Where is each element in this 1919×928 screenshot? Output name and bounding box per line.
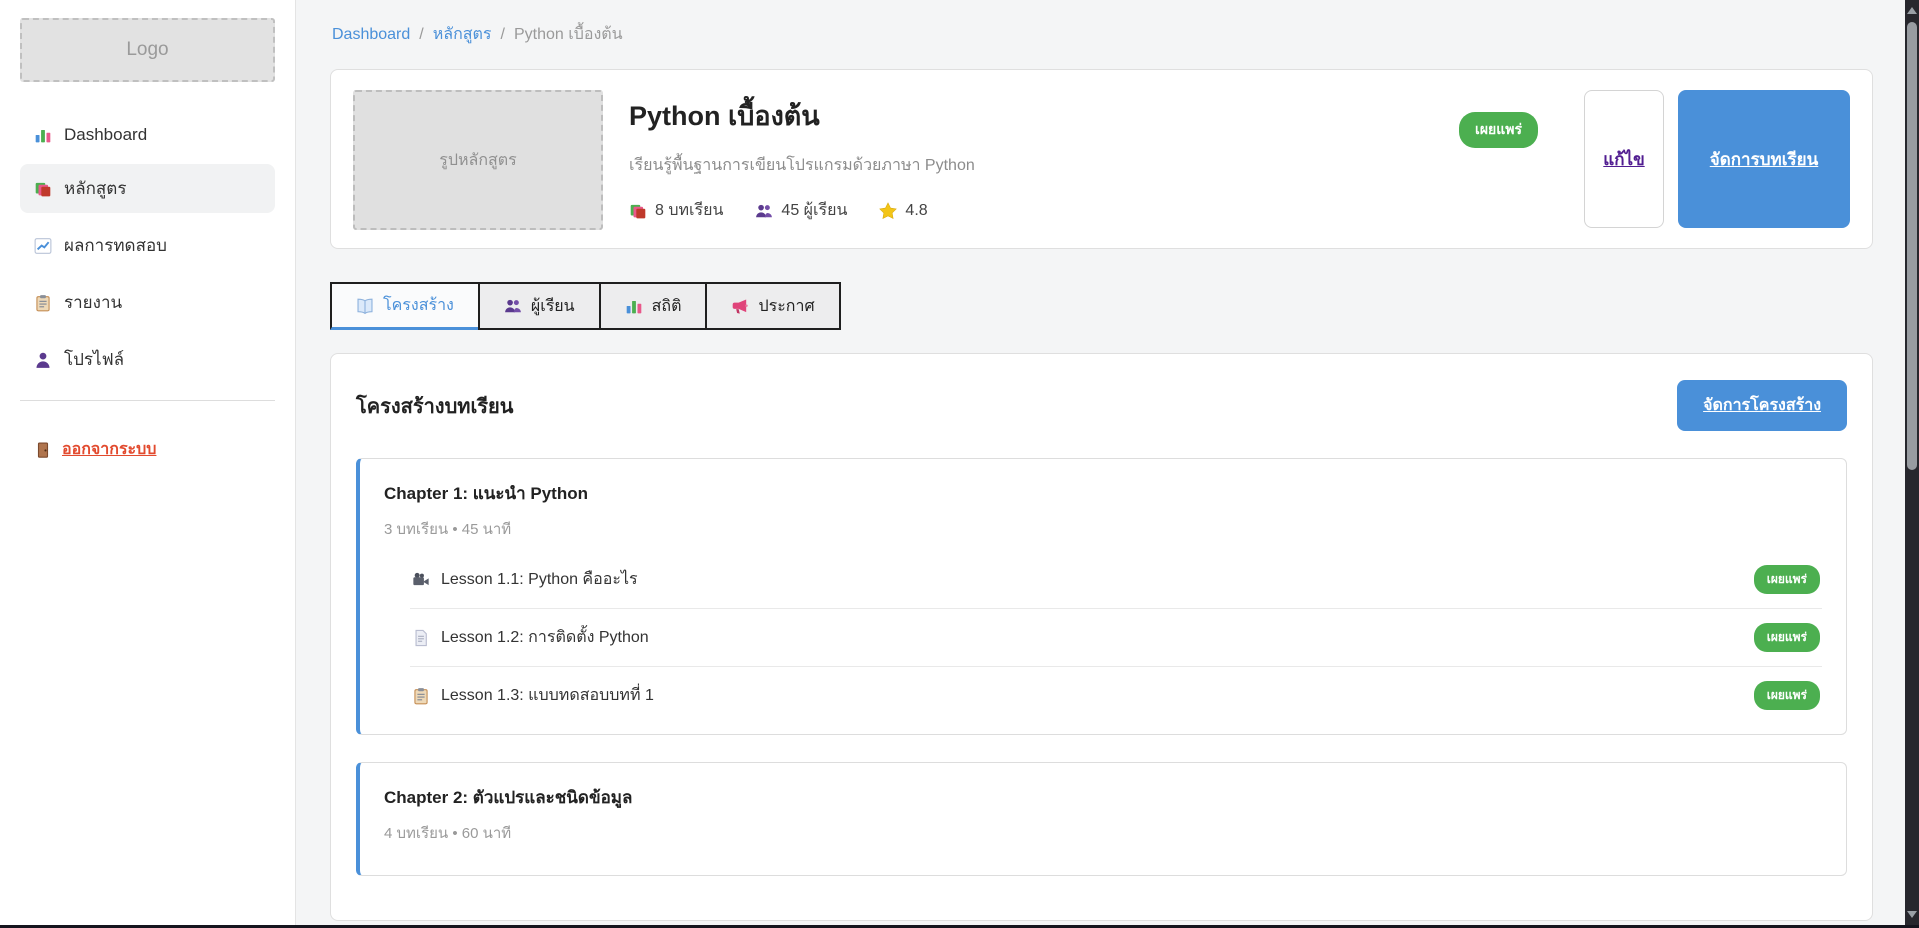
scrollbar-down-arrow[interactable] (1905, 906, 1919, 922)
app-window: Logo Dashboard หลักสูตร ผลการทดสอบ (0, 0, 1905, 928)
books-icon (629, 202, 647, 220)
tab-label: ผู้เรียน (531, 294, 575, 319)
course-status-badge: เผยแพร่ (1459, 112, 1538, 148)
course-thumbnail-placeholder: รูปหลักสูตร (353, 90, 603, 230)
tab-structure[interactable]: โครงสร้าง (330, 282, 480, 330)
course-header-card: รูปหลักสูตร Python เบื้องต้น เรียนรู้พื้… (330, 69, 1873, 249)
tab-label: โครงสร้าง (383, 293, 454, 318)
logo-placeholder: Logo (20, 18, 275, 82)
rating-stat: 4.8 (879, 202, 927, 220)
vertical-scrollbar[interactable] (1905, 0, 1919, 928)
sidebar-item-label: รายงาน (64, 289, 122, 316)
people-icon (755, 202, 773, 220)
chart-up-icon (34, 237, 52, 255)
tab-label: สถิติ (652, 294, 682, 319)
lesson-status-badge: เผยแพร่ (1754, 681, 1820, 710)
people-icon (504, 297, 522, 315)
lesson-row: Lesson 1.1: Python คืออะไร เผยแพร่ (410, 551, 1822, 609)
sidebar: Logo Dashboard หลักสูตร ผลการทดสอบ (0, 0, 296, 928)
breadcrumb-link-dashboard[interactable]: Dashboard (332, 26, 410, 43)
clipboard-icon (34, 294, 52, 312)
sidebar-item-label: หลักสูตร (64, 175, 126, 202)
megaphone-icon (731, 297, 749, 315)
star-icon (879, 202, 897, 220)
breadcrumb-link-courses[interactable]: หลักสูตร (433, 26, 492, 43)
scrollbar-thumb[interactable] (1907, 22, 1917, 470)
sidebar-item-profile[interactable]: โปรไฟล์ (20, 335, 275, 384)
lesson-count-stat: 8 บทเรียน (629, 198, 723, 223)
lesson-title: Lesson 1.2: การติดตั้ง Python (441, 625, 1743, 650)
structure-panel: โครงสร้างบทเรียน จัดการโครงสร้าง Chapter… (330, 353, 1873, 921)
scrollbar-up-arrow[interactable] (1905, 2, 1919, 18)
main-content: Dashboard / หลักสูตร / Python เบื้องต้น รูปห… (296, 0, 1905, 928)
lesson-row: Lesson 1.3: แบบทดสอบบทที่ 1 เผยแพร่ (410, 667, 1822, 714)
edit-course-button[interactable]: แก้ไข (1584, 90, 1664, 228)
sidebar-item-dashboard[interactable]: Dashboard (20, 114, 275, 156)
structure-panel-header: โครงสร้างบทเรียน จัดการโครงสร้าง (356, 380, 1847, 431)
manage-lessons-button[interactable]: จัดการบทเรียน (1678, 90, 1850, 228)
tab-announcements[interactable]: ประกาศ (705, 282, 840, 330)
chapter-meta: 3 บทเรียน • 45 นาที (384, 517, 1822, 541)
lesson-title: Lesson 1.3: แบบทดสอบบทที่ 1 (441, 683, 1743, 708)
course-info: Python เบื้องต้น เรียนรู้พื้นฐานการเขียน… (629, 90, 1433, 228)
logo-label: Logo (126, 39, 168, 61)
clipboard-icon (412, 687, 430, 705)
sidebar-item-reports[interactable]: รายงาน (20, 278, 275, 327)
course-tabs: โครงสร้าง ผู้เรียน สถิติ ประกาศ (330, 282, 1873, 330)
student-count-stat: 45 ผู้เรียน (755, 198, 847, 223)
thumbnail-label: รูปหลักสูตร (439, 148, 517, 173)
stat-text: 8 บทเรียน (655, 198, 723, 223)
books-icon (34, 180, 52, 198)
sidebar-item-courses[interactable]: หลักสูตร (20, 164, 275, 213)
sidebar-nav: Dashboard หลักสูตร ผลการทดสอบ รายงาน (20, 114, 275, 384)
lesson-row: Lesson 1.2: การติดตั้ง Python เผยแพร่ (410, 609, 1822, 667)
lesson-title: Lesson 1.1: Python คืออะไร (441, 567, 1743, 592)
video-camera-icon (412, 571, 430, 589)
course-stats: 8 บทเรียน 45 ผู้เรียน 4.8 (629, 198, 1433, 223)
sidebar-item-label: โปรไฟล์ (64, 346, 124, 373)
sidebar-divider (20, 400, 275, 401)
lesson-status-badge: เผยแพร่ (1754, 565, 1820, 594)
bar-chart-icon (625, 297, 643, 315)
stat-text: 4.8 (905, 202, 927, 220)
bar-chart-icon (34, 126, 52, 144)
breadcrumb: Dashboard / หลักสูตร / Python เบื้องต้น (332, 22, 1871, 47)
lesson-list: Lesson 1.1: Python คืออะไร เผยแพร่ Lesso… (410, 551, 1822, 714)
chapter-card-1: Chapter 1: แนะนำ Python 3 บทเรียน • 45 น… (356, 458, 1847, 735)
course-actions: เผยแพร่ แก้ไข จัดการบทเรียน (1459, 90, 1850, 228)
tab-statistics[interactable]: สถิติ (599, 282, 708, 330)
structure-title: โครงสร้างบทเรียน (356, 390, 513, 422)
chapter-title: Chapter 2: ตัวแปรและชนิดข้อมูล (384, 784, 1822, 811)
open-book-icon (356, 297, 374, 315)
chapter-card-2: Chapter 2: ตัวแปรและชนิดข้อมูล 4 บทเรียน… (356, 762, 1847, 876)
logout-link[interactable]: ออกจากระบบ (20, 427, 275, 472)
document-icon (412, 629, 430, 647)
sidebar-item-label: ผลการทดสอบ (64, 232, 167, 259)
breadcrumb-separator: / (419, 26, 423, 43)
logout-label: ออกจากระบบ (62, 437, 156, 462)
tab-students[interactable]: ผู้เรียน (478, 282, 601, 330)
breadcrumb-current: Python เบื้องต้น (514, 26, 623, 43)
manage-structure-button[interactable]: จัดการโครงสร้าง (1677, 380, 1847, 431)
lesson-status-badge: เผยแพร่ (1754, 623, 1820, 652)
person-icon (34, 351, 52, 369)
sidebar-item-label: Dashboard (64, 125, 147, 145)
sidebar-item-test-results[interactable]: ผลการทดสอบ (20, 221, 275, 270)
tab-label: ประกาศ (758, 294, 814, 319)
stat-text: 45 ผู้เรียน (781, 198, 847, 223)
course-title: Python เบื้องต้น (629, 94, 1433, 137)
chapter-title: Chapter 1: แนะนำ Python (384, 480, 1822, 507)
breadcrumb-separator: / (501, 26, 505, 43)
door-icon (34, 441, 52, 459)
course-description: เรียนรู้พื้นฐานการเขียนโปรแกรมด้วยภาษา P… (629, 153, 1433, 178)
chapter-meta: 4 บทเรียน • 60 นาที (384, 821, 1822, 845)
